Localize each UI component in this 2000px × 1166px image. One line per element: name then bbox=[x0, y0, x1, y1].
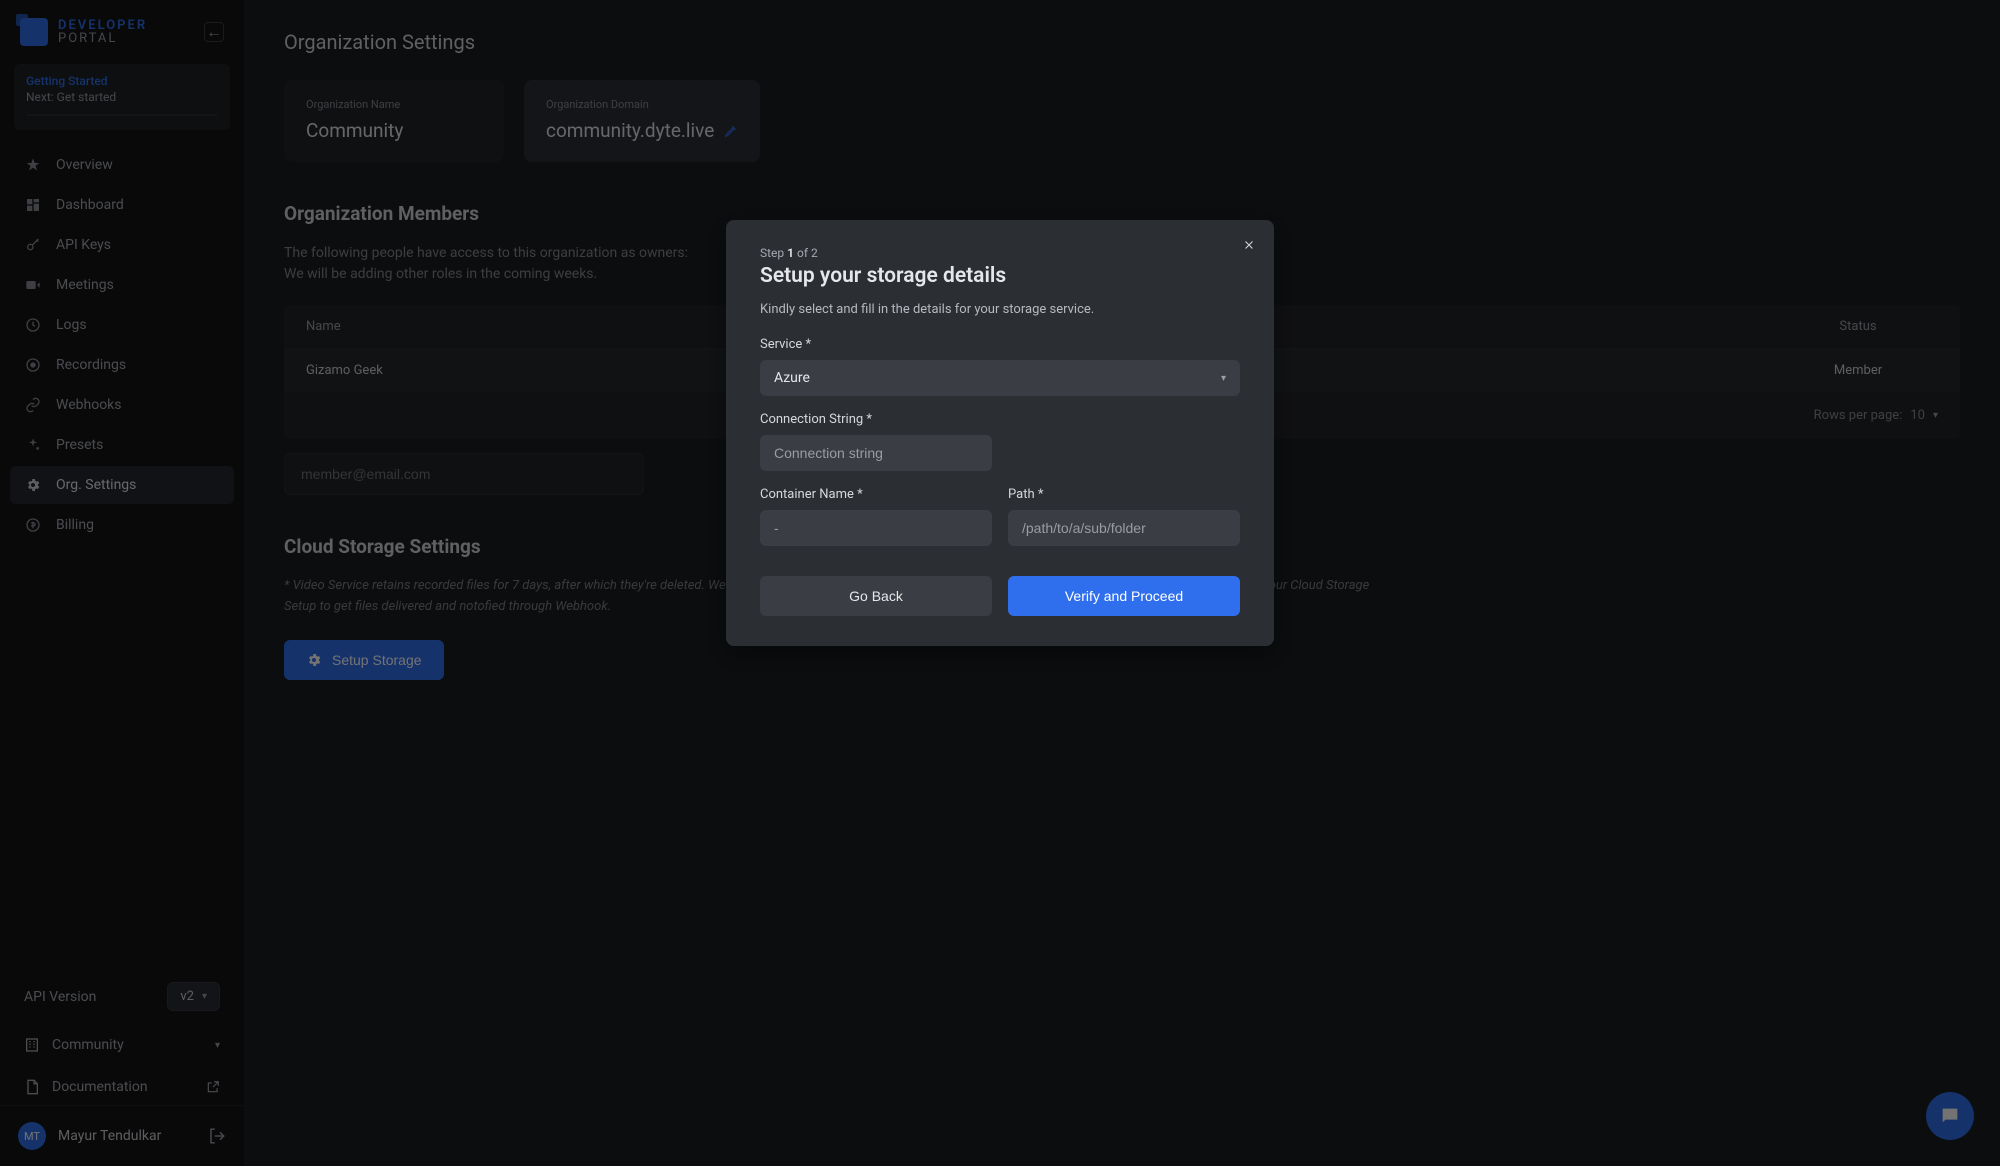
container-label: Container Name * bbox=[760, 487, 992, 502]
path-field: Path * bbox=[1008, 487, 1240, 546]
connection-label: Connection String * bbox=[760, 412, 1240, 427]
service-field: Service * Azure ▾ bbox=[760, 337, 1240, 396]
path-input[interactable] bbox=[1008, 510, 1240, 546]
path-label: Path * bbox=[1008, 487, 1240, 502]
connection-field: Connection String * bbox=[760, 412, 1240, 471]
verify-proceed-button[interactable]: Verify and Proceed bbox=[1008, 576, 1240, 616]
modal-buttons: Go Back Verify and Proceed bbox=[760, 576, 1240, 616]
connection-input[interactable] bbox=[760, 435, 992, 471]
modal-title: Setup your storage details bbox=[760, 264, 1240, 288]
modal-step: Step 1 of 2 bbox=[760, 246, 1240, 260]
service-label: Service * bbox=[760, 337, 1240, 352]
go-back-button[interactable]: Go Back bbox=[760, 576, 992, 616]
container-input[interactable] bbox=[760, 510, 992, 546]
container-field: Container Name * bbox=[760, 487, 992, 546]
modal-overlay[interactable]: Step 1 of 2 Setup your storage details K… bbox=[0, 0, 2000, 1166]
setup-storage-modal: Step 1 of 2 Setup your storage details K… bbox=[726, 220, 1274, 646]
service-select[interactable]: Azure ▾ bbox=[760, 360, 1240, 396]
modal-description: Kindly select and fill in the details fo… bbox=[760, 302, 1240, 317]
service-value: Azure bbox=[774, 370, 810, 386]
close-icon bbox=[1242, 238, 1256, 252]
chevron-down-icon: ▾ bbox=[1221, 373, 1226, 384]
modal-close-button[interactable] bbox=[1242, 238, 1256, 252]
